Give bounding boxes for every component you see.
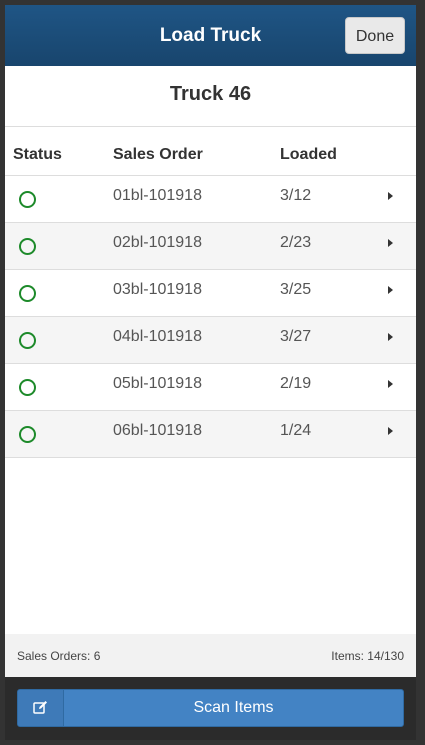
- column-header-status: Status: [13, 146, 62, 163]
- loaded-count: 2/19: [280, 375, 312, 392]
- table-row[interactable]: 06bl-101918 1/24: [5, 411, 416, 458]
- table-row[interactable]: 01bl-101918 3/12: [5, 176, 416, 223]
- status-circle-icon: [19, 238, 36, 255]
- summary-bar: Sales Orders: 6 Items: 14/130: [5, 634, 416, 677]
- table-row[interactable]: 04bl-101918 3/27: [5, 317, 416, 364]
- chevron-right-icon: [388, 192, 393, 200]
- status-circle-icon: [19, 426, 36, 443]
- table-row[interactable]: 05bl-101918 2/19: [5, 364, 416, 411]
- loaded-count: 1/24: [280, 422, 312, 439]
- edit-button[interactable]: [18, 690, 64, 726]
- sales-order-number: 05bl-101918: [113, 375, 202, 392]
- truck-title: Truck 46: [5, 66, 416, 127]
- sales-order-number: 02bl-101918: [113, 234, 202, 251]
- sales-orders-count: Sales Orders: 6: [17, 649, 101, 663]
- chevron-right-icon: [388, 380, 393, 388]
- table-row[interactable]: 03bl-101918 3/25: [5, 270, 416, 317]
- loaded-count: 2/23: [280, 234, 312, 251]
- column-header-sales-order: Sales Order: [113, 146, 203, 163]
- status-circle-icon: [19, 332, 36, 349]
- bottom-toolbar: Scan Items: [5, 677, 416, 740]
- table-header: Status Sales Order Loaded: [5, 127, 416, 176]
- column-header-loaded: Loaded: [280, 146, 337, 163]
- loaded-count: 3/27: [280, 328, 312, 345]
- top-bar: Load Truck Done: [5, 5, 416, 66]
- sales-order-number: 03bl-101918: [113, 281, 202, 298]
- screen: Load Truck Done Truck 46 Status Sales Or…: [5, 5, 416, 740]
- chevron-right-icon: [388, 427, 393, 435]
- chevron-right-icon: [388, 286, 393, 294]
- sales-order-number: 04bl-101918: [113, 328, 202, 345]
- items-count: Items: 14/130: [331, 649, 404, 663]
- done-button[interactable]: Done: [345, 17, 405, 54]
- sales-order-list: 01bl-101918 3/12 02bl-101918 2/23 03bl-1…: [5, 176, 416, 458]
- status-circle-icon: [19, 285, 36, 302]
- scan-items-button[interactable]: Scan Items: [64, 690, 403, 726]
- edit-icon: [33, 701, 47, 714]
- sales-order-number: 06bl-101918: [113, 422, 202, 439]
- status-circle-icon: [19, 191, 36, 208]
- status-circle-icon: [19, 379, 36, 396]
- loaded-count: 3/12: [280, 187, 312, 204]
- chevron-right-icon: [388, 239, 393, 247]
- chevron-right-icon: [388, 333, 393, 341]
- sales-order-number: 01bl-101918: [113, 187, 202, 204]
- table-row[interactable]: 02bl-101918 2/23: [5, 223, 416, 270]
- loaded-count: 3/25: [280, 281, 312, 298]
- scan-button-group: Scan Items: [17, 689, 404, 727]
